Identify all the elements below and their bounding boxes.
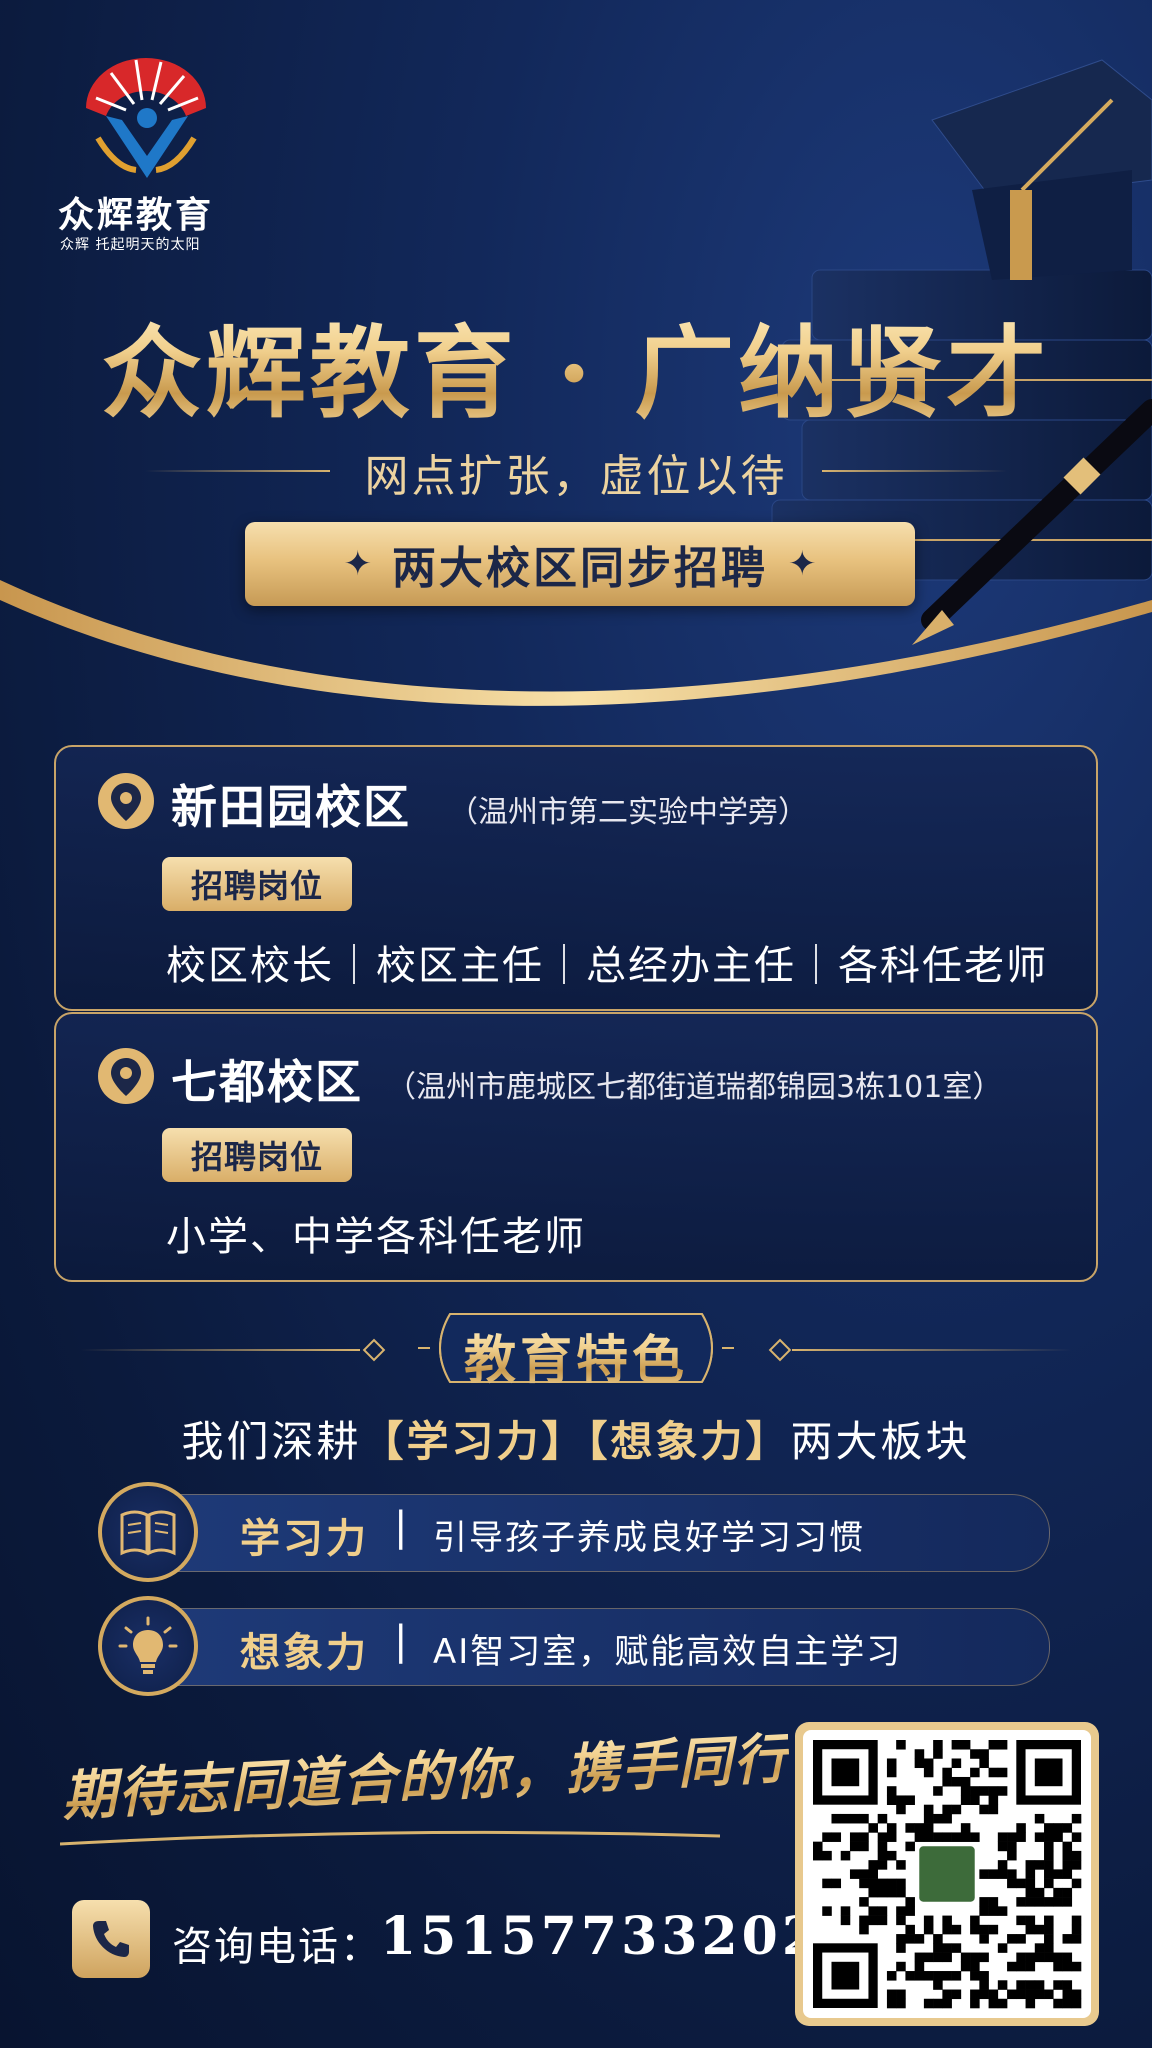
location-pin-icon — [98, 773, 154, 829]
sparkle-icon: ✦ — [788, 544, 817, 584]
phone-icon — [72, 1900, 150, 1978]
feature-description: 引导孩子养成良好学习习惯 — [433, 1518, 865, 1558]
campus-card-xintianyuan: 新田园校区 （温州市第二实验中学旁） 招聘岗位 校区校长｜校区主任｜总经办主任｜… — [54, 745, 1098, 1011]
feature-name: 想象力 — [240, 1630, 369, 1676]
positions-tag: 招聘岗位 — [162, 1128, 352, 1182]
feature-icon-badge — [98, 1482, 198, 1582]
book-icon — [120, 1510, 176, 1556]
phone-handset-glyph — [93, 1921, 129, 1957]
qr-code-image — [803, 1730, 1091, 2018]
sunburst-person-logo-icon — [86, 58, 206, 178]
campus-address: （温州市第二实验中学旁） — [448, 795, 808, 830]
recruitment-banner: ✦ 两大校区同步招聘 ✦ — [245, 522, 915, 606]
slogan-underline-ornament — [60, 1830, 720, 1846]
campus-card-qidu: 七都校区 （温州市鹿城区七都街道瑞都锦园3栋101室） 招聘岗位 小学、中学各科… — [54, 1012, 1098, 1282]
brand-name: 众辉教育 — [58, 195, 215, 236]
subline-group: 网点扩张，虚位以待 — [145, 440, 1007, 502]
diamond-ornament — [768, 1338, 792, 1362]
divider-left — [80, 1349, 360, 1351]
recruitment-poster: 众辉教育 众辉 托起明天的太阳 众辉教育 · 广纳贤才 网点扩张，虚位以待 ✦ … — [0, 0, 1152, 2048]
separator: | — [394, 1504, 408, 1550]
features-intro: 我们深耕【学习力】【想象力】两大板块 — [0, 1408, 1152, 1469]
sparkle-icon: ✦ — [343, 544, 373, 584]
feature-item-imagination: 想象力 | AI智习室，赋能高效自主学习 — [98, 1596, 1050, 1696]
separator: | — [394, 1618, 408, 1664]
closing-slogan: 期待志同道合的你，携手同行 — [60, 1714, 791, 1831]
feature-description: AI智习室，赋能高效自主学习 — [433, 1632, 903, 1672]
feature-name: 学习力 — [240, 1516, 369, 1562]
phone-label: 咨询电话： — [172, 1924, 382, 1970]
feature-icon-badge — [98, 1596, 198, 1696]
features-title-frame: 教育特色 — [410, 1310, 742, 1391]
campus-address: （温州市鹿城区七都街道瑞都锦园3栋101室） — [386, 1070, 1003, 1105]
campus-name: 七都校区 — [171, 1055, 363, 1109]
intro-highlight-imagination: 【想象力】 — [586, 1417, 791, 1466]
intro-suffix: 两大板块 — [790, 1417, 971, 1466]
lightbulb-icon — [118, 1616, 178, 1674]
divider-right — [792, 1349, 1072, 1351]
location-pin-icon — [98, 1048, 154, 1104]
phone-number[interactable]: 15157733202 — [380, 1906, 822, 1967]
positions-list: 校区校长｜校区主任｜总经办主任｜各科任老师 — [166, 943, 1048, 989]
intro-highlight-learning: 【学习力】 — [361, 1417, 587, 1466]
positions-list: 小学、中学各科任老师 — [166, 1214, 586, 1260]
qr-code[interactable] — [795, 1722, 1099, 2026]
features-title: 教育特色 — [410, 1318, 742, 1393]
subtitle: 网点扩张，虚位以待 — [364, 451, 788, 502]
divider-right — [822, 470, 1007, 472]
brand-slogan: 众辉 托起明天的太阳 — [60, 237, 201, 253]
positions-tag: 招聘岗位 — [162, 857, 352, 911]
intro-prefix: 我们深耕 — [181, 1417, 362, 1466]
features-title-group: 教育特色 — [80, 1310, 1072, 1391]
banner-text: 两大校区同步招聘 — [392, 543, 768, 594]
campus-name: 新田园校区 — [171, 780, 411, 834]
feature-item-learning: 学习力 | 引导孩子养成良好学习习惯 — [98, 1482, 1050, 1582]
diamond-ornament — [362, 1338, 386, 1362]
page-title: 众辉教育 · 广纳贤才 — [0, 292, 1152, 437]
